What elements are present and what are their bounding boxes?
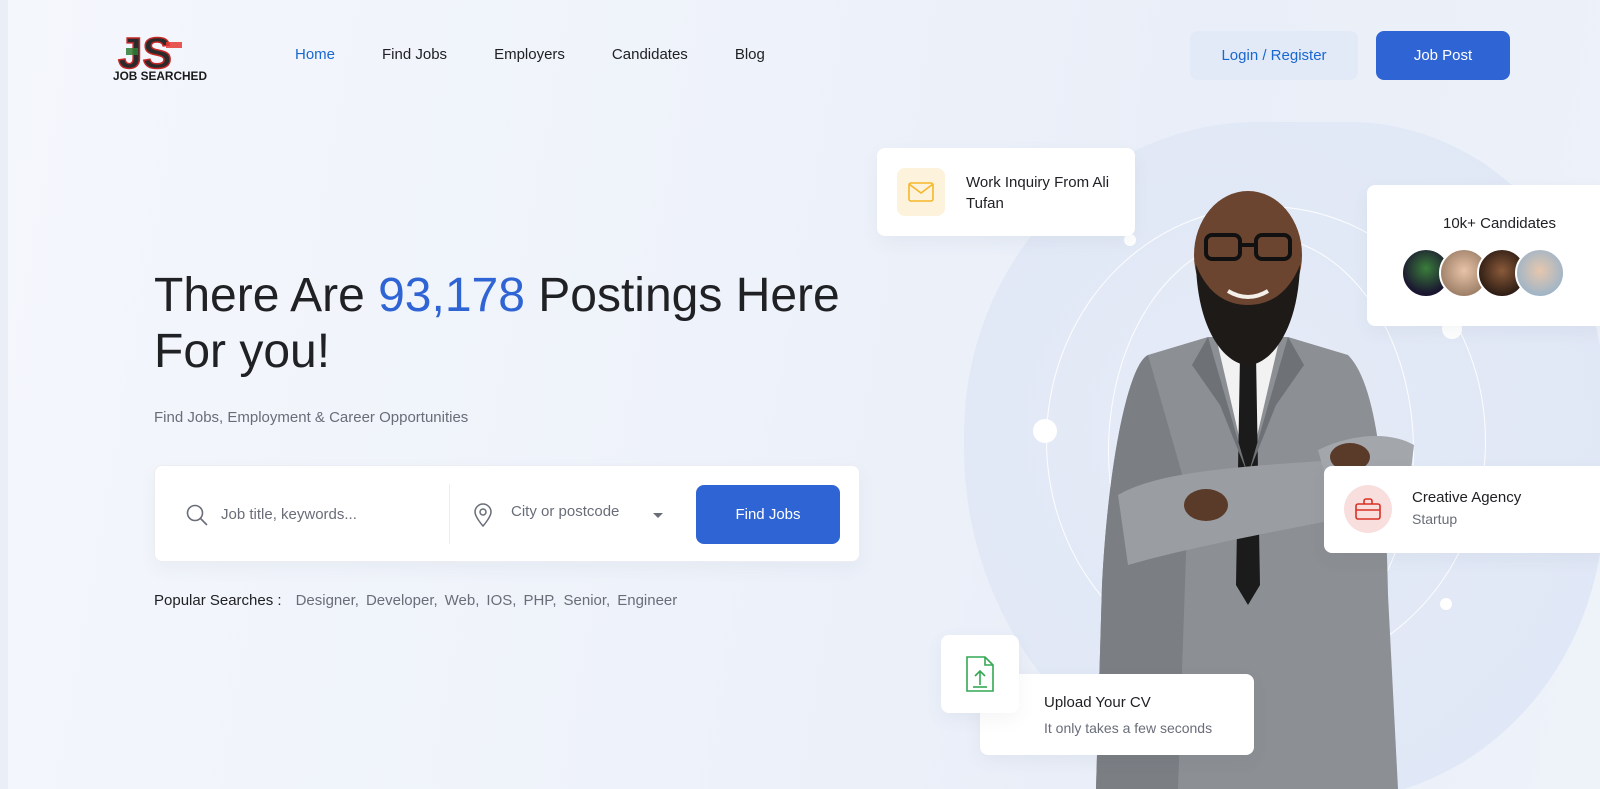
upload-file-icon[interactable] — [941, 635, 1019, 713]
candidates-count: 10k+ Candidates — [1443, 215, 1556, 232]
popular-tag-php[interactable]: PHP, — [523, 592, 556, 609]
find-jobs-button[interactable]: Find Jobs — [696, 485, 840, 544]
chevron-down-icon — [653, 513, 663, 518]
page-gutter — [0, 0, 8, 789]
mail-icon — [897, 168, 945, 216]
job-post-button[interactable]: Job Post — [1376, 31, 1510, 80]
creative-agency-card: Creative Agency Startup — [1324, 466, 1600, 553]
briefcase-icon — [1344, 485, 1392, 533]
upload-cv-card[interactable]: Upload Your CV It only takes a few secon… — [980, 674, 1254, 755]
popular-tag-engineer[interactable]: Engineer — [617, 592, 677, 609]
candidate-avatars — [1401, 248, 1565, 298]
search-icon — [186, 504, 208, 526]
popular-tag-developer[interactable]: Developer, — [366, 592, 438, 609]
hero-subtitle: Find Jobs, Employment & Career Opportuni… — [154, 409, 469, 426]
postings-count: 93,178 — [378, 269, 525, 322]
login-register-button[interactable]: Login / Register — [1190, 31, 1358, 80]
avatar — [1515, 248, 1565, 298]
nav-blog[interactable]: Blog — [735, 46, 765, 63]
orbit-dot — [1440, 598, 1452, 610]
popular-tag-senior[interactable]: Senior, — [564, 592, 611, 609]
work-inquiry-text: Work Inquiry From Ali Tufan — [966, 174, 1110, 212]
job-search-form: City or postcode Find Jobs — [154, 465, 860, 562]
popular-tag-ios[interactable]: IOS, — [486, 592, 516, 609]
logo-text: JOB SEARCHED — [113, 69, 207, 83]
upload-cv-subtitle: It only takes a few seconds — [1044, 720, 1213, 736]
candidates-card: 10k+ Candidates — [1367, 185, 1600, 326]
agency-title: Creative Agency — [1412, 489, 1522, 506]
popular-tag-web[interactable]: Web, — [445, 592, 480, 609]
nav-employers[interactable]: Employers — [494, 46, 565, 63]
nav-find-jobs[interactable]: Find Jobs — [382, 46, 447, 63]
popular-searches: Popular Searches : Designer, Developer, … — [154, 592, 684, 609]
work-inquiry-card: Work Inquiry From Ali Tufan — [877, 148, 1135, 236]
main-nav: Home Find Jobs Employers Candidates Blog — [295, 46, 812, 63]
job-searched-logo[interactable]: JS JOB SEARCHED — [112, 28, 208, 84]
map-pin-icon — [474, 503, 492, 527]
search-divider — [449, 484, 450, 544]
keyword-input[interactable] — [221, 502, 431, 526]
popular-searches-label: Popular Searches : — [154, 592, 282, 609]
popular-tag-designer[interactable]: Designer, — [296, 592, 359, 609]
nav-candidates[interactable]: Candidates — [612, 46, 688, 63]
upload-cv-title: Upload Your CV — [1044, 694, 1151, 711]
nav-home[interactable]: Home — [295, 46, 335, 63]
page: JS JOB SEARCHED Home Find Jobs Employers… — [8, 0, 1600, 789]
agency-subtitle: Startup — [1412, 511, 1458, 527]
hero-title-prefix: There Are — [154, 269, 379, 322]
hero-title: There Are 93,178 Postings Here For you! — [154, 268, 874, 380]
orbit-dot — [1033, 419, 1057, 443]
city-select[interactable]: City or postcode — [511, 503, 671, 527]
